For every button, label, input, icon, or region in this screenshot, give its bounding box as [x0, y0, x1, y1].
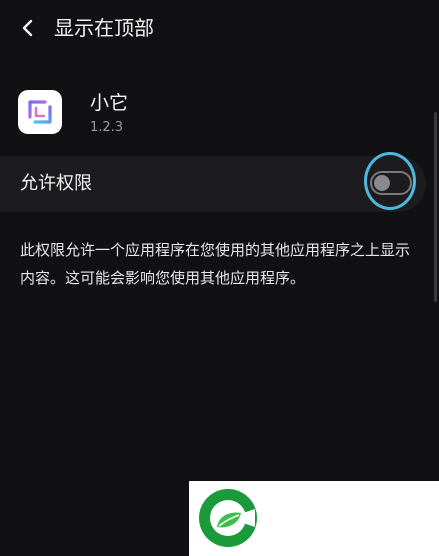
- permission-toggle[interactable]: [370, 171, 412, 195]
- leaf-logo-icon: [199, 489, 257, 547]
- watermark-panel: [189, 481, 439, 556]
- permission-label: 允许权限: [20, 173, 92, 194]
- permission-description: 此权限允许一个应用程序在您使用的其他应用程序之上显示内容。这可能会影响您使用其他…: [20, 241, 411, 287]
- chevron-left-icon: [22, 19, 33, 37]
- allow-permission-row[interactable]: 允许权限: [0, 156, 426, 212]
- back-button[interactable]: [12, 12, 44, 44]
- top-bar: 显示在顶部: [0, 0, 439, 56]
- scrollbar[interactable]: [434, 112, 437, 302]
- page-title: 显示在顶部: [54, 16, 154, 40]
- toggle-knob: [374, 175, 390, 191]
- app-logo-icon: [28, 100, 52, 124]
- app-name: 小它: [90, 92, 129, 114]
- app-info: 小它 1.2.3: [18, 90, 418, 140]
- app-icon: [18, 90, 62, 134]
- app-version: 1.2.3: [90, 120, 124, 135]
